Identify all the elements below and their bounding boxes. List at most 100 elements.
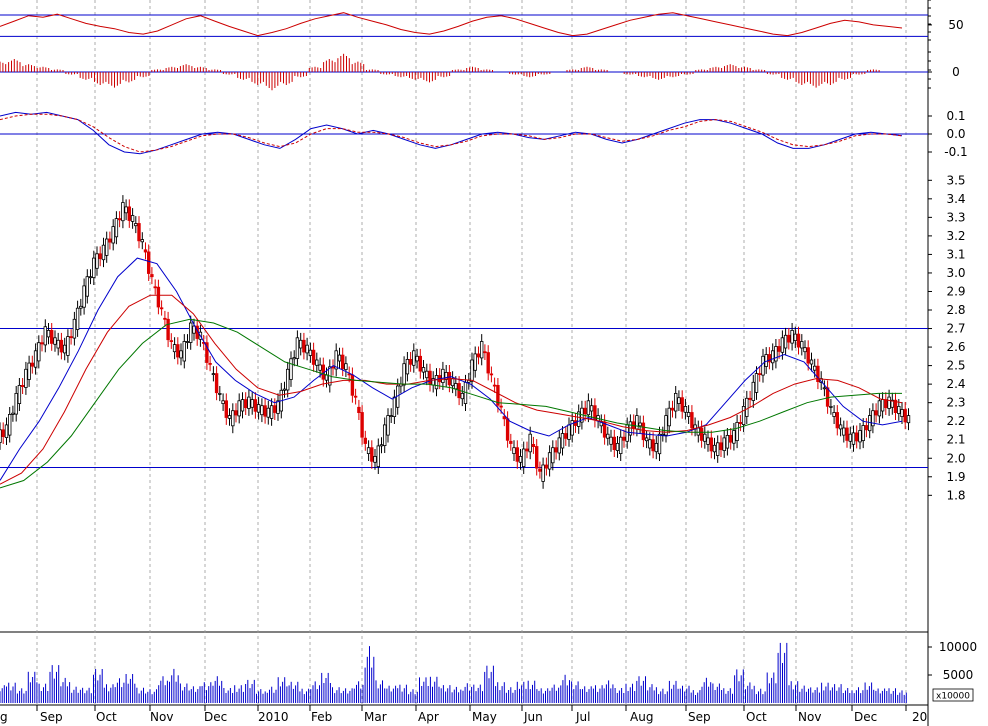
candle-body [298, 339, 303, 349]
candle-body [667, 407, 671, 427]
candle-body [30, 362, 34, 367]
candle-body [412, 350, 416, 366]
candle-body [441, 368, 445, 383]
candle-body [379, 444, 384, 447]
candle-body [551, 447, 555, 464]
candle-body [754, 373, 759, 393]
candle-body [583, 407, 587, 415]
candle-body [27, 362, 31, 380]
candle-body [88, 276, 93, 279]
candle-body [408, 358, 413, 365]
candle-body [253, 399, 258, 412]
price-tick-label: 2.5 [946, 359, 965, 373]
candle-body [832, 412, 836, 417]
candle-body [699, 427, 704, 441]
candle-body [492, 384, 497, 387]
candle-body [240, 399, 245, 412]
candle-body [172, 344, 177, 353]
candle-body [535, 446, 539, 469]
candle-body [528, 433, 532, 453]
candle-body [483, 351, 487, 354]
candle-body [858, 430, 862, 443]
candle-body [751, 381, 755, 401]
candle-body [295, 337, 300, 359]
candle-body [50, 329, 54, 344]
candle-body [825, 387, 830, 407]
candle-body [709, 437, 713, 452]
candle-body [732, 430, 736, 444]
candle-body [729, 434, 733, 443]
histogram-panel [0, 53, 928, 91]
candle-body [557, 437, 561, 454]
candle-body [589, 405, 594, 412]
candle-body [224, 400, 228, 418]
candle-body [370, 447, 374, 462]
candle-body [33, 350, 38, 368]
candle-body [842, 427, 846, 436]
candle-body [725, 434, 730, 449]
x-axis-label: Nov [150, 710, 173, 724]
candle-body [127, 206, 131, 221]
osc-series-line [0, 12, 903, 37]
candle-body [822, 387, 827, 390]
price-tick-label: 2.0 [946, 451, 965, 465]
price-tick-label: 3.4 [946, 192, 965, 206]
candle-body [454, 383, 458, 390]
candle-body [716, 442, 720, 456]
candle-body [670, 407, 675, 411]
candle-body [897, 405, 901, 414]
candle-body [156, 286, 161, 308]
candle-body [609, 436, 613, 445]
x-axis-label: Feb [311, 710, 332, 724]
candle-body [612, 436, 616, 451]
hist-tick-label: 0 [952, 65, 960, 79]
candle-body [783, 334, 788, 349]
candle-body [24, 368, 28, 388]
candle-body [114, 218, 119, 238]
candle-body [243, 399, 248, 409]
candle-body [392, 396, 397, 418]
candle-body [0, 429, 2, 443]
candle-body [221, 400, 225, 404]
candle-body [777, 346, 781, 352]
candle-body [518, 455, 523, 463]
candle-body [146, 251, 151, 274]
price-tick-label: 2.2 [946, 414, 965, 428]
candle-body [182, 341, 186, 362]
candle-body [14, 392, 18, 415]
candle-body [745, 397, 749, 417]
candle-body [140, 239, 144, 243]
candle-body [703, 433, 707, 442]
candle-body [69, 336, 73, 339]
volume-scale-label: x10000 [936, 692, 970, 702]
candle-body [46, 329, 51, 338]
price-tick-label: 2.9 [946, 284, 965, 298]
x-axis-label: Oct [746, 710, 767, 724]
price-panel [0, 195, 928, 489]
candle-body [848, 433, 852, 442]
candle-body [648, 439, 652, 449]
candle-body [130, 215, 135, 222]
candle-body [276, 400, 280, 414]
price-tick-label: 2.4 [946, 377, 965, 391]
candle-body [256, 404, 261, 413]
x-axis-label: 2010 [258, 710, 289, 724]
candle-body [124, 206, 128, 214]
candle-body [512, 447, 516, 455]
candle-body [499, 405, 503, 408]
candle-body [137, 223, 141, 242]
candle-body [40, 342, 44, 345]
candle-body [305, 344, 309, 354]
candle-body [4, 424, 9, 438]
candle-body [531, 443, 536, 447]
candle-body [651, 439, 655, 452]
candle-body [509, 440, 513, 444]
price-tick-label: 2.3 [946, 396, 965, 410]
candle-body [373, 455, 377, 463]
candle-body [315, 359, 319, 366]
x-axis-label: Sep [40, 710, 63, 724]
x-axis-label: Oct [96, 710, 117, 724]
candle-body [176, 344, 180, 358]
candle-body [389, 415, 393, 418]
price-tick-label: 1.8 [946, 488, 965, 502]
